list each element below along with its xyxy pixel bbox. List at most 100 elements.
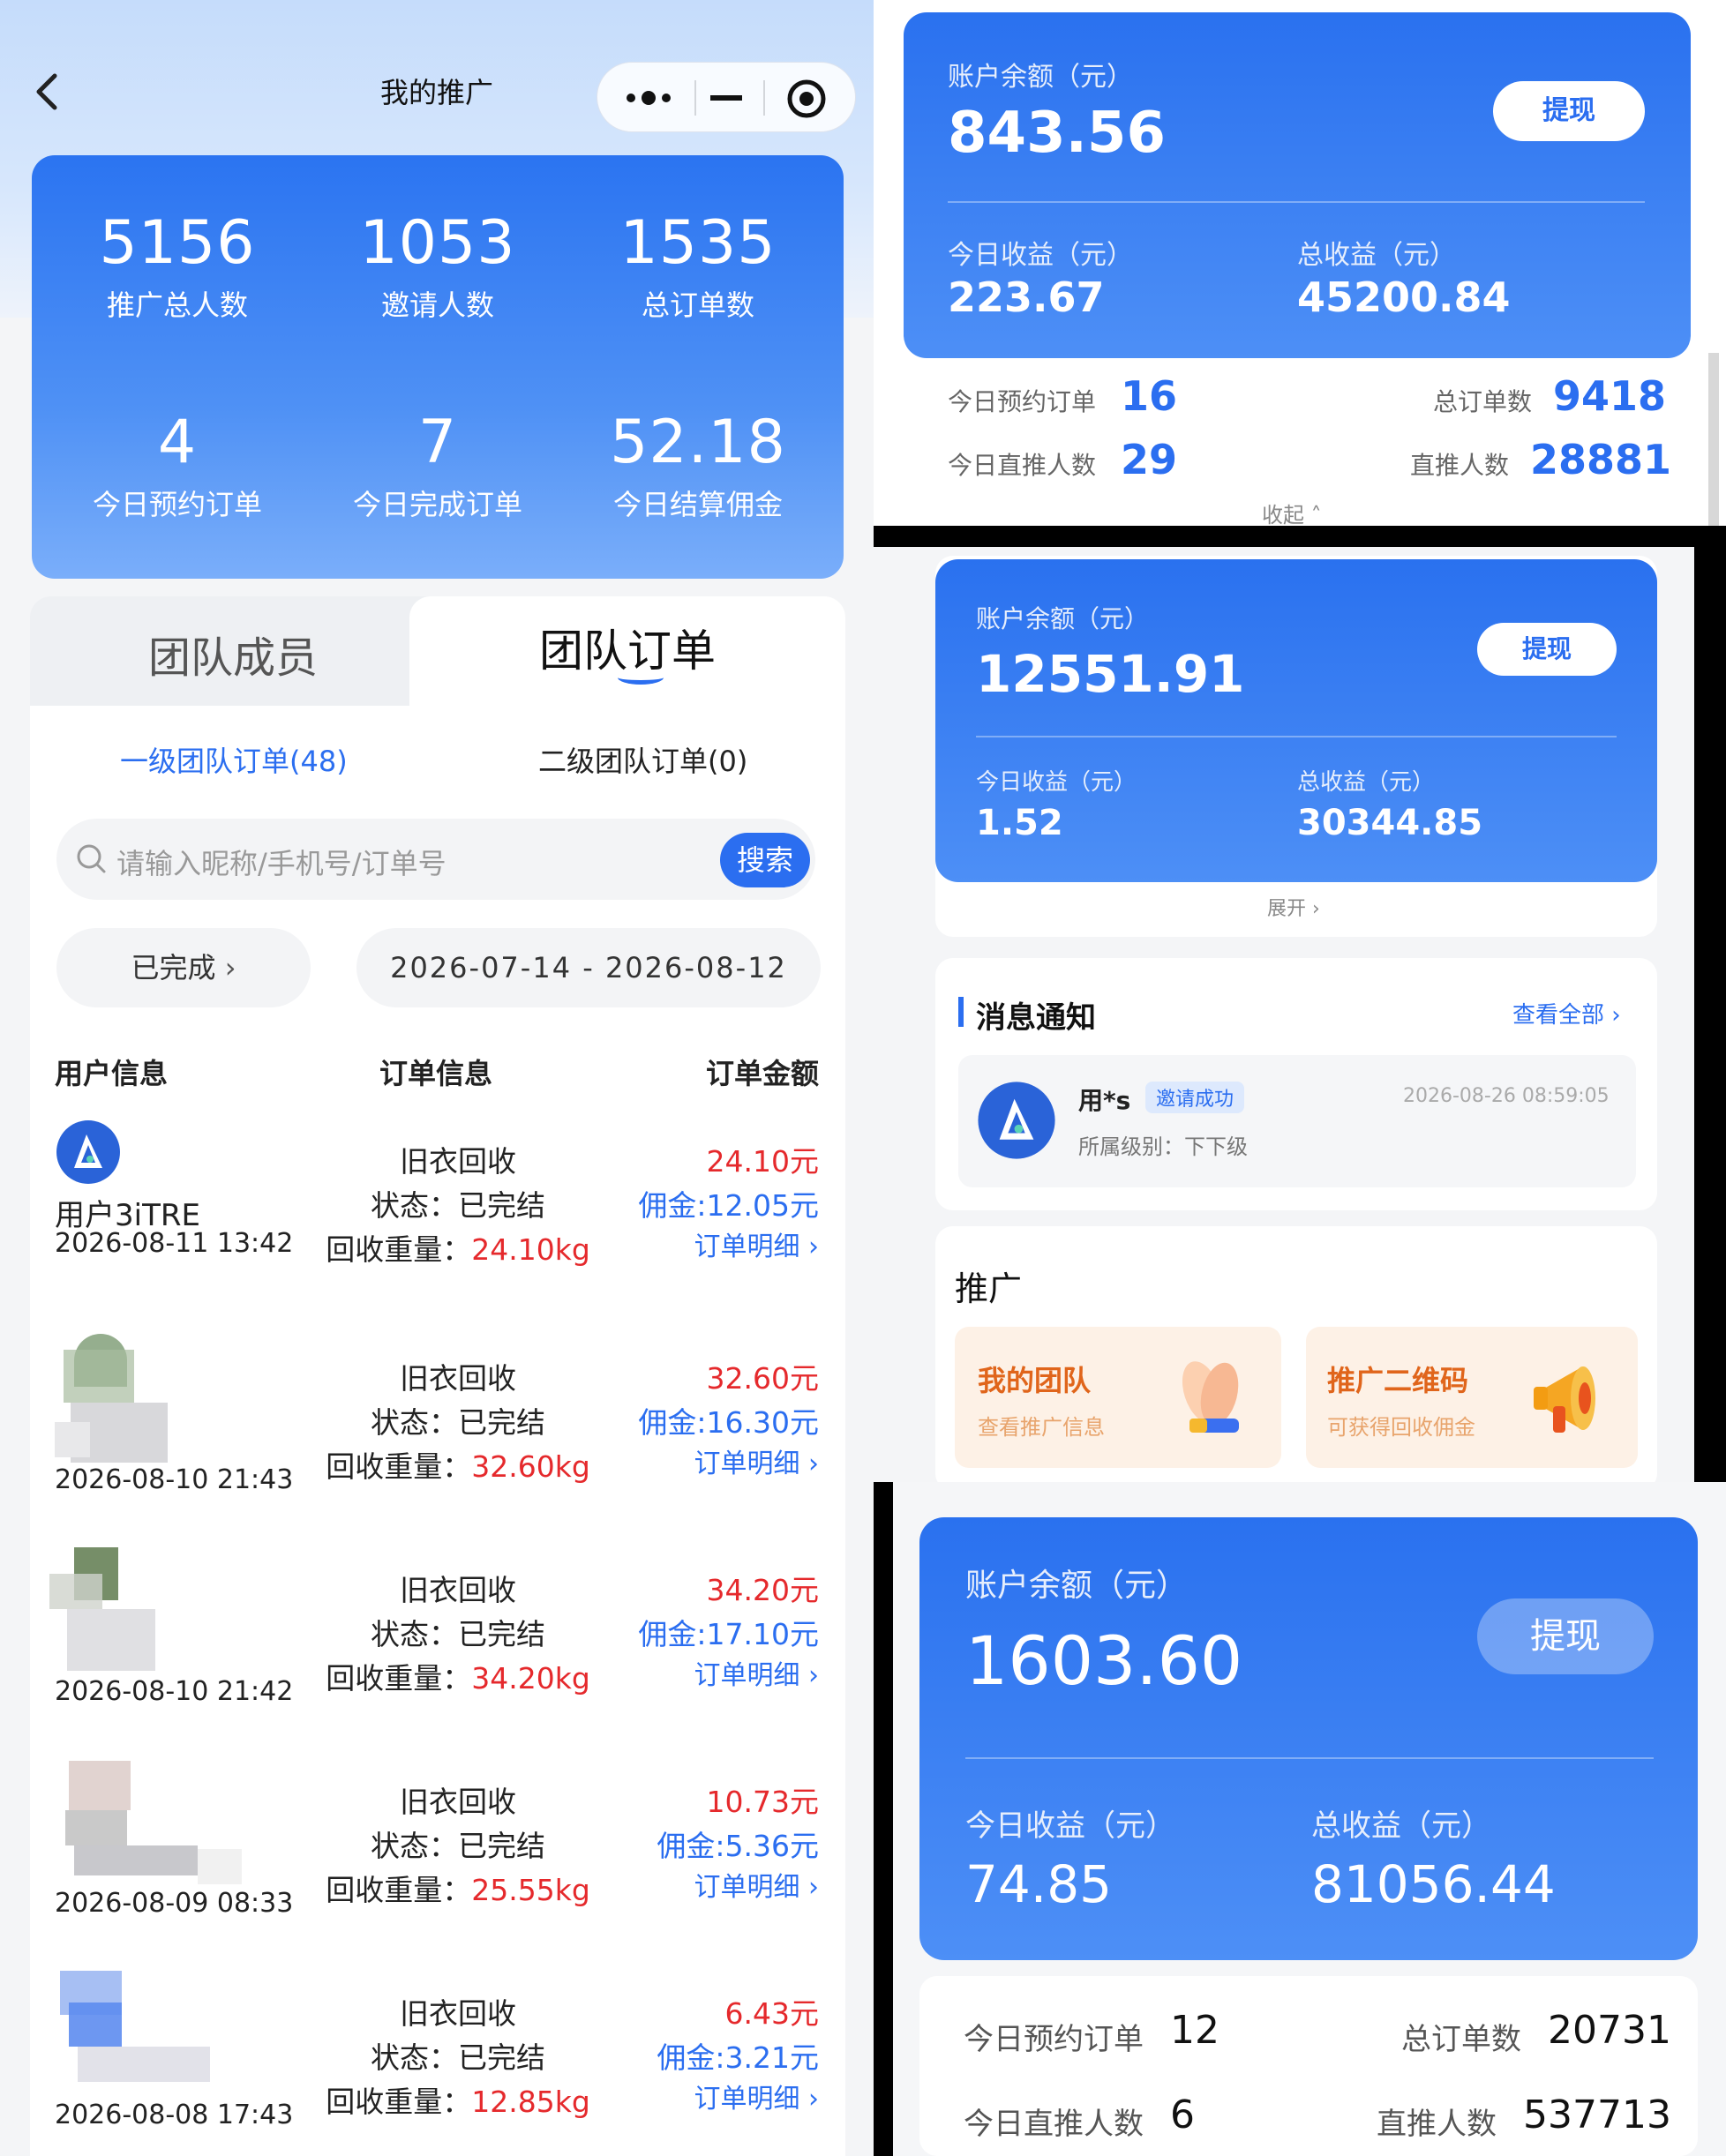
divider: [965, 1757, 1654, 1759]
balance-card: 账户余额（元） 12551.91 提现 今日收益（元） 1.52 总收益（元） …: [935, 559, 1657, 882]
account-summary-expanded: 账户余额（元） 843.56 提现 今日收益（元） 223.67 总收益（元） …: [874, 0, 1726, 526]
stat-total-promoted: 5156 推广总人数: [99, 208, 256, 322]
notice-title: 消息通知: [976, 1000, 1096, 1036]
order-weight: 回收重量：32.60kg: [326, 1449, 590, 1484]
order-type: 旧衣回收: [400, 1573, 516, 1607]
collapse-toggle[interactable]: 收起 ˄: [1262, 498, 1322, 526]
back-button[interactable]: [30, 69, 65, 115]
clapping-hands-icon: [1182, 1361, 1239, 1433]
stats-card: 5156 推广总人数 1053 邀请人数 1535 总订单数 4 今日预约订单 …: [32, 155, 844, 579]
table-row[interactable]: 2026-08-09 08:33 旧衣回收 状态：已完结 回收重量：25.55k…: [30, 1755, 845, 1967]
date-range-filter[interactable]: 2026-07-14 - 2026-08-12: [356, 928, 821, 1007]
megaphone-icon: [1534, 1366, 1595, 1433]
stat-invited: 1053 邀请人数: [359, 208, 516, 322]
chevron-right-icon: ›: [799, 1872, 819, 1903]
today-booked-value: 16: [1121, 372, 1178, 420]
minimize-icon[interactable]: [707, 86, 746, 110]
notice-level: 所属级别：下下级: [1078, 1134, 1248, 1159]
stat-today-completed: 7 今日完成订单: [352, 408, 522, 521]
order-type: 旧衣回收: [400, 1996, 516, 2031]
order-status: 状态：已完结: [371, 1829, 545, 1863]
today-direct-label: 今日直推人数: [948, 451, 1097, 480]
account-summary-large: 账户余额（元） 1603.60 提现 今日收益（元） 74.85 总收益（元） …: [893, 1482, 1726, 2156]
notice-item[interactable]: 用*s 邀请成功 2026-08-26 08:59:05 所属级别：下下级: [958, 1055, 1636, 1187]
promo-qrcode-title: 推广二维码: [1327, 1364, 1469, 1397]
today-earnings-value: 1.52: [976, 803, 1063, 843]
today-earnings-value: 223.67: [948, 273, 1105, 321]
search-icon: [77, 844, 106, 873]
direct-count-label: 直推人数: [1377, 2107, 1497, 2142]
promo-card: 推广 我的团队 查看推广信息 推广二维码 可获得回收佣金: [935, 1226, 1657, 1482]
account-summary-collapsed: 账户余额（元） 12551.91 提现 今日收益（元） 1.52 总收益（元） …: [874, 547, 1694, 1482]
search-button[interactable]: 搜索: [720, 833, 810, 887]
order-date: 2026-08-10 21:42: [55, 1676, 294, 1707]
col-header-amount: 订单金额: [706, 1057, 820, 1090]
order-type: 旧衣回收: [400, 1144, 516, 1179]
chevron-right-icon: ›: [1604, 1002, 1621, 1029]
section-marker: [958, 997, 964, 1027]
order-detail-link[interactable]: 订单明细 ›: [694, 1224, 819, 1263]
tab-bar: 团队成员 团队订单: [30, 596, 845, 707]
order-detail-link[interactable]: 订单明细 ›: [694, 1441, 819, 1480]
my-team-tile[interactable]: 我的团队 查看推广信息: [955, 1327, 1281, 1468]
total-earnings-label: 总收益（元）: [1297, 769, 1436, 796]
tab-team-members-label: 团队成员: [147, 633, 318, 683]
balance-card: 账户余额（元） 1603.60 提现 今日收益（元） 74.85 总收益（元） …: [919, 1517, 1698, 1960]
balance-value: 1603.60: [965, 1621, 1243, 1700]
status-filter[interactable]: 已完成 ›: [56, 928, 311, 1007]
scrollbar[interactable]: [1708, 353, 1719, 526]
table-row[interactable]: 用户3iTRE 2026-08-11 13:42 旧衣回收 状态：已完结 回收重…: [30, 1119, 845, 1330]
order-weight: 回收重量：12.85kg: [326, 2085, 590, 2119]
avatar: [48, 1761, 251, 1893]
order-status: 状态：已完结: [371, 1617, 545, 1651]
direct-count-value: 537713: [1523, 2092, 1671, 2137]
chevron-right-icon: ›: [215, 951, 236, 984]
balance-label: 账户余额（元）: [965, 1568, 1189, 1604]
balance-label: 账户余额（元）: [976, 604, 1150, 633]
promo-qrcode-tile[interactable]: 推广二维码 可获得回收佣金: [1306, 1327, 1638, 1468]
total-earnings-label: 总收益（元）: [1311, 1808, 1491, 1844]
my-team-title: 我的团队: [978, 1364, 1092, 1397]
order-detail-link[interactable]: 订单明细 ›: [694, 1865, 819, 1904]
order-detail-link[interactable]: 订单明细 ›: [694, 1653, 819, 1692]
today-direct-label: 今日直推人数: [964, 2107, 1144, 2142]
today-earnings-label: 今日收益（元）: [948, 240, 1133, 271]
col-header-order: 订单信息: [379, 1057, 493, 1090]
today-earnings-value: 74.85: [965, 1854, 1113, 1914]
today-booked-label: 今日预约订单: [948, 387, 1097, 416]
search-bar: 请输入昵称/手机号/订单号 搜索: [56, 819, 815, 900]
order-date: 2026-08-11 13:42: [55, 1228, 294, 1259]
today-direct-value: 6: [1170, 2092, 1195, 2137]
view-all-link[interactable]: 查看全部 ›: [1512, 997, 1621, 1029]
page-title: 我的推广: [379, 76, 493, 109]
direct-count-label: 直推人数: [1410, 451, 1510, 480]
expand-toggle[interactable]: 展开 ›: [1267, 893, 1320, 921]
table-row[interactable]: 2026-08-08 17:43 旧衣回收 状态：已完结 回收重量：12.85k…: [30, 1967, 845, 2156]
stat-today-booked: 4 今日预约订单: [92, 408, 262, 521]
chevron-right-icon: ›: [799, 1231, 819, 1262]
order-commission: 佣金:12.05元: [638, 1188, 819, 1223]
order-amount: 24.10元: [706, 1144, 819, 1179]
withdraw-button[interactable]: 提现: [1477, 623, 1617, 676]
total-earnings-label: 总收益（元）: [1297, 240, 1456, 271]
order-amount: 6.43元: [724, 1996, 819, 2031]
avatar: [55, 1119, 122, 1186]
order-detail-link[interactable]: 订单明细 ›: [694, 2077, 819, 2115]
more-icon[interactable]: [624, 86, 673, 110]
avatar: [32, 1547, 164, 1680]
subtab-level1-orders[interactable]: 一级团队订单(48): [120, 739, 348, 780]
col-header-user: 用户信息: [55, 1057, 169, 1090]
notice-time: 2026-08-26 08:59:05: [1403, 1085, 1610, 1107]
withdraw-button[interactable]: 提现: [1477, 1598, 1654, 1674]
subtab-level2-orders[interactable]: 二级团队订单(0): [538, 739, 747, 780]
withdraw-button[interactable]: 提现: [1493, 81, 1645, 141]
search-input[interactable]: 请输入昵称/手机号/订单号: [116, 842, 447, 882]
chevron-right-icon: ›: [799, 1449, 819, 1479]
table-row[interactable]: 2026-08-10 21:42 旧衣回收 状态：已完结 回收重量：34.20k…: [30, 1544, 845, 1755]
close-target-icon[interactable]: [784, 77, 829, 121]
table-row[interactable]: 2026-08-10 21:43 旧衣回收 状态：已完结 回收重量：32.60k…: [30, 1332, 845, 1544]
order-type: 旧衣回收: [400, 1361, 516, 1396]
order-date: 2026-08-09 08:33: [55, 1888, 294, 1919]
order-commission: 佣金:5.36元: [657, 1829, 819, 1863]
order-status: 状态：已完结: [371, 1188, 545, 1223]
